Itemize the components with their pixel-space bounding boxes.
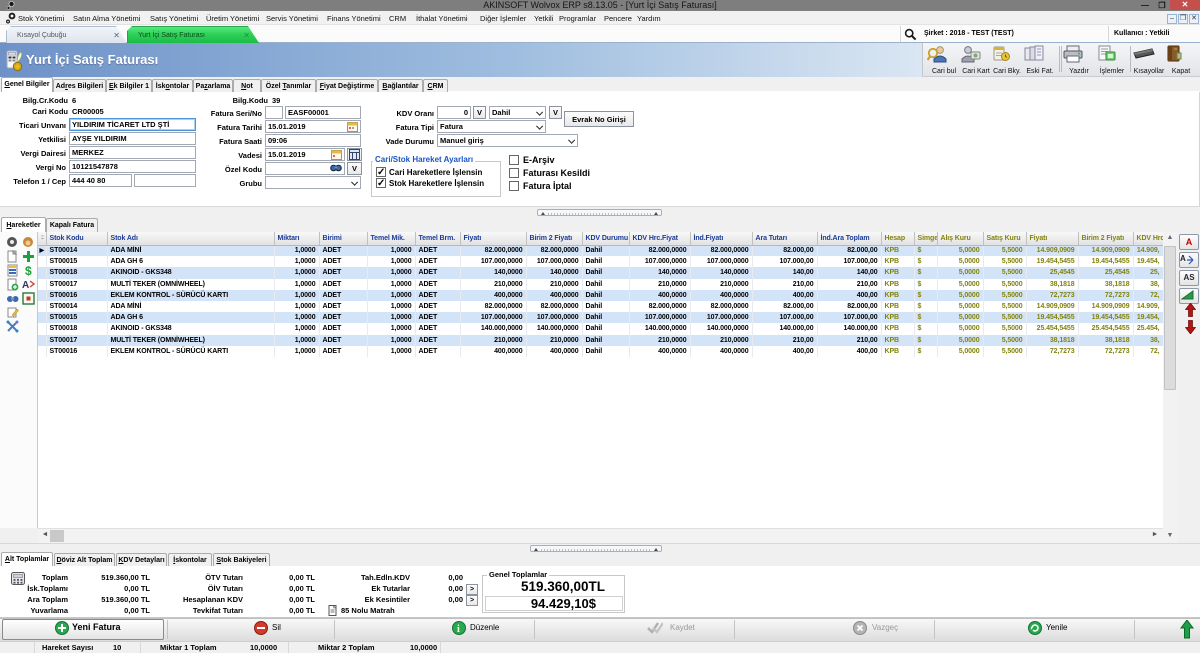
svg-text:A: A [1180,254,1186,263]
svg-text:$: $ [25,264,32,277]
svg-text:A: A [22,280,29,291]
svg-text:i: i [457,624,460,635]
